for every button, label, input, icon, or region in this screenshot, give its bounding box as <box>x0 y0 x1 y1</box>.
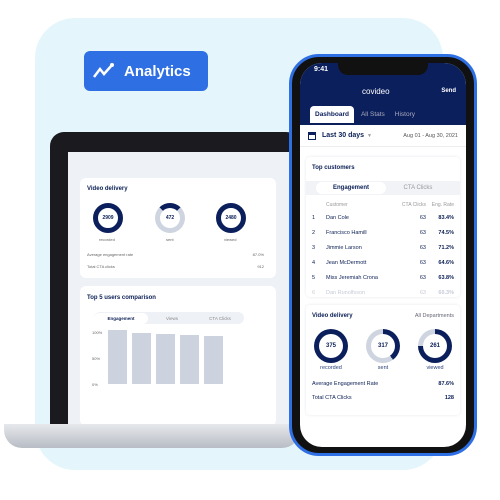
y-tick: 100% <box>92 330 103 335</box>
laptop-base <box>4 424 300 448</box>
laptop-screen: Video delivery 2909 472 2480 recorded se… <box>68 152 290 424</box>
send-button[interactable]: Send <box>441 88 456 94</box>
notch <box>338 63 428 75</box>
cta-label: Total CTA clicks <box>87 264 115 269</box>
table-row[interactable]: 4 Jean McDermott 63 64.6% <box>306 255 460 270</box>
tabs: Dashboard All Stats History <box>310 106 418 123</box>
card-title: Top 5 users comparison <box>87 295 156 301</box>
y-tick: 0% <box>92 382 98 387</box>
ring-label: viewed <box>224 237 237 242</box>
card-title: Top customers <box>312 165 355 171</box>
avg-value: 87.6% <box>438 381 454 387</box>
ring-viewed: 2480 <box>216 203 246 233</box>
ring-recorded: 2909 <box>93 203 123 233</box>
video-delivery-card: Video delivery 2909 472 2480 recorded se… <box>80 178 276 278</box>
brand-logo: covideo <box>362 87 390 96</box>
bar <box>156 334 175 384</box>
bar <box>132 333 151 384</box>
comparison-card: Top 5 users comparison Engagement Views … <box>80 286 276 424</box>
chart-trend-icon <box>93 63 114 78</box>
ring-label: recorded <box>99 237 115 242</box>
ring-sent: 472 <box>155 203 185 233</box>
tab-views[interactable]: Views <box>148 316 196 321</box>
ring-recorded: 375 recorded <box>314 329 348 371</box>
chevron-down-icon: ▼ <box>367 132 372 139</box>
cta-label: Total CTA Clicks <box>312 395 352 401</box>
bar <box>204 336 223 384</box>
avg-value: 87.0% <box>252 252 264 257</box>
ring-label: sent <box>166 237 174 242</box>
laptop: Video delivery 2909 472 2480 recorded se… <box>50 132 300 428</box>
range-select[interactable]: Last 30 days <box>322 132 364 139</box>
top-customers-card: Top customers Engagement CTA Clicks Cust… <box>306 157 460 297</box>
calendar-icon <box>308 131 316 140</box>
bar <box>180 335 199 384</box>
video-delivery-card: Video delivery All Departments 375 recorde… <box>306 305 460 415</box>
table-row[interactable]: 2 Francisco Hamill 63 74.5% <box>306 225 460 240</box>
ring-viewed: 261 viewed <box>418 329 452 371</box>
tab-engagement[interactable]: Engagement <box>316 182 386 194</box>
date-text: Aug 01 - Aug 30, 2021 <box>403 132 458 139</box>
phone-screen: 9:41 covideo Send Dashboard All Stats Hi… <box>300 63 466 447</box>
card-title: Video delivery <box>312 313 353 319</box>
app-header: 9:41 covideo Send Dashboard All Stats Hi… <box>300 63 466 125</box>
customer-tabs: Engagement CTA Clicks <box>306 181 460 195</box>
tab-cta-clicks[interactable]: CTA Clicks <box>386 185 450 191</box>
tab-cta-clicks[interactable]: CTA Clicks <box>196 316 244 321</box>
avg-label: Average engagement rate <box>87 252 134 257</box>
table-header: Customer CTA Clicks Eng. Rate <box>326 201 454 208</box>
card-title: Video delivery <box>87 186 128 192</box>
department-filter[interactable]: All Departments <box>415 313 454 319</box>
analytics-badge: Analytics <box>84 51 208 91</box>
ring-sent: 317 sent <box>366 329 400 371</box>
date-range[interactable]: Last 30 days ▼ Aug 01 - Aug 30, 2021 <box>300 125 466 147</box>
tab-history[interactable]: History <box>392 106 418 123</box>
table-row[interactable]: 6 Dan Runolfsson 63 60.3% <box>306 285 460 297</box>
phone: 9:41 covideo Send Dashboard All Stats Hi… <box>289 54 477 456</box>
avg-label: Average Engagement Rate <box>312 381 379 387</box>
tab-dashboard[interactable]: Dashboard <box>310 106 354 123</box>
status-time: 9:41 <box>314 66 329 73</box>
tab-all-stats[interactable]: All Stats <box>358 106 388 123</box>
y-tick: 50% <box>92 356 101 361</box>
bar <box>108 330 127 384</box>
table-row[interactable]: 5 Miss Jeremiah Crona 63 63.8% <box>306 270 460 285</box>
badge-label: Analytics <box>124 62 191 80</box>
comparison-tabs: Engagement Views CTA Clicks <box>94 312 244 324</box>
table-row[interactable]: 1 Dan Cole 63 83.4% <box>306 210 460 225</box>
table-row[interactable]: 3 Jimmie Larson 63 71.2% <box>306 240 460 255</box>
cta-value: 912 <box>257 264 264 269</box>
cta-value: 128 <box>444 395 454 401</box>
tab-engagement[interactable]: Engagement <box>94 312 148 324</box>
